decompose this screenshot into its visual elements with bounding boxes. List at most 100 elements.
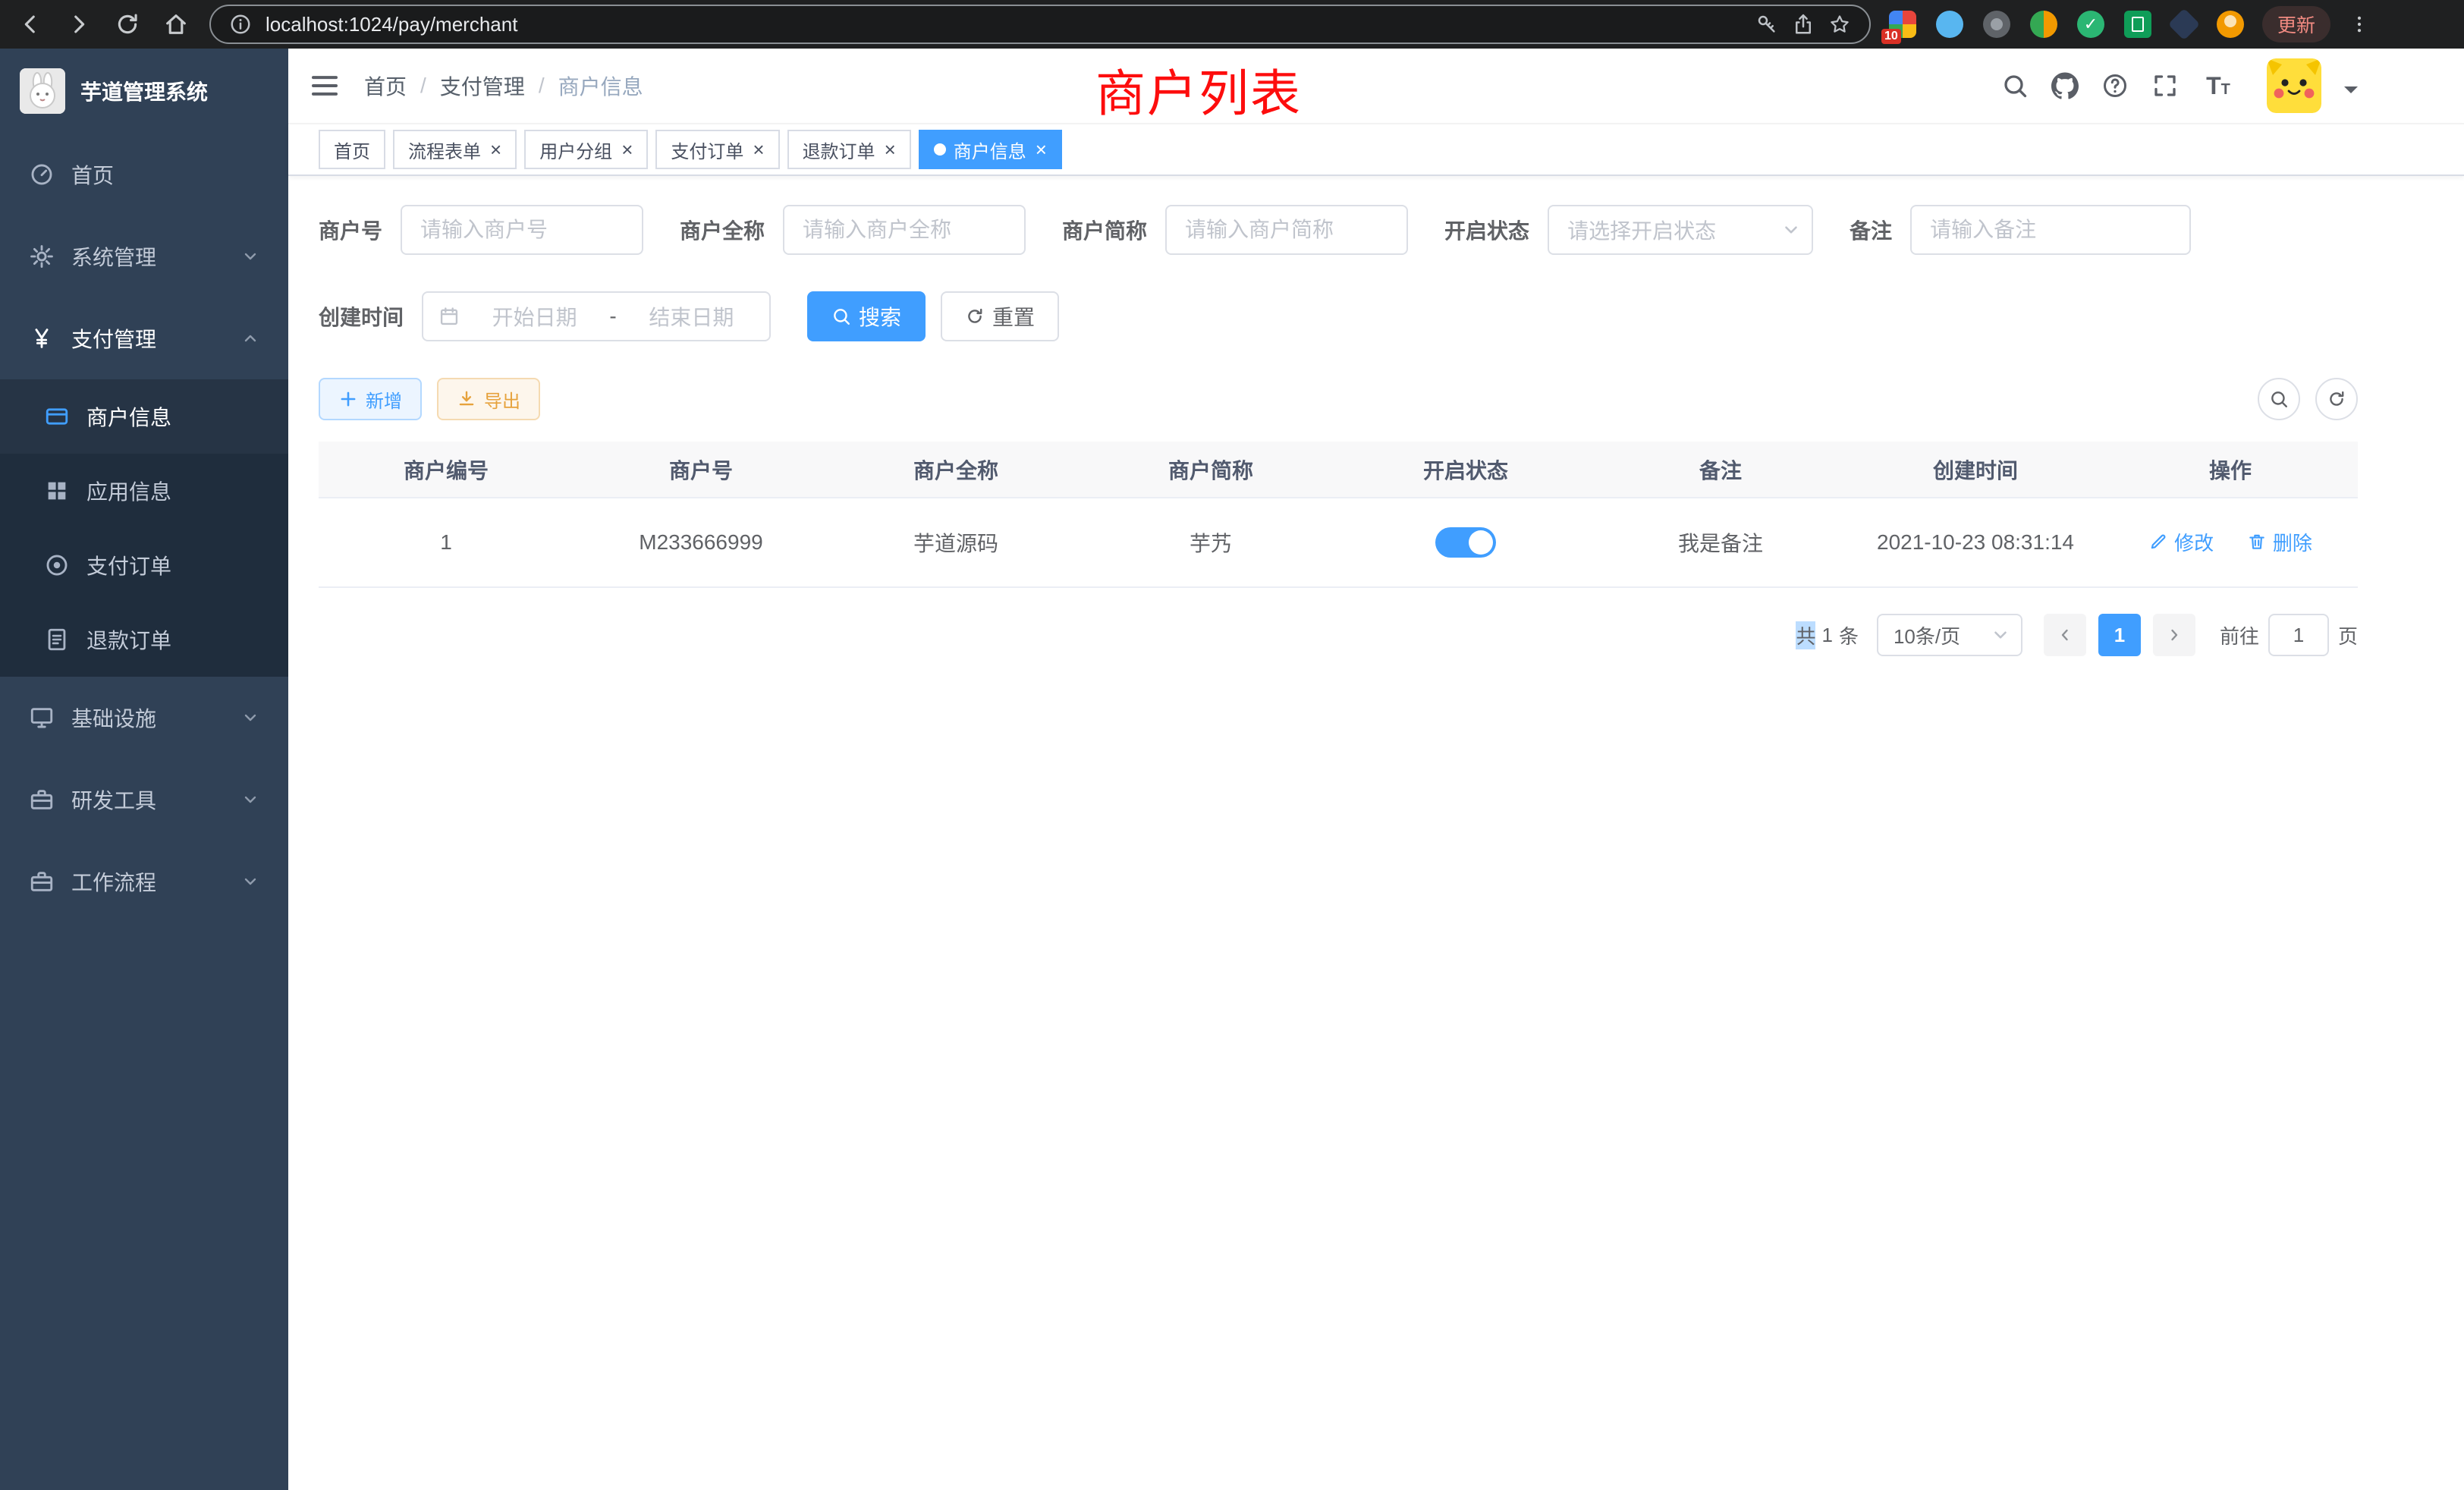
fullscreen-icon[interactable] xyxy=(2151,72,2179,99)
page-number-button[interactable]: 1 xyxy=(2098,614,2141,656)
filter-row-1: 商户号 商户全称 商户简称 开启状态 请选择开启状态 xyxy=(319,205,2358,255)
sidebar-item-app-info[interactable]: 应用信息 xyxy=(0,454,288,528)
font-size-icon[interactable] xyxy=(2202,74,2235,98)
extension-icon[interactable] xyxy=(2168,8,2200,40)
tag-refund-order[interactable]: 退款订单 xyxy=(787,130,911,169)
browser-menu-icon[interactable] xyxy=(2349,9,2370,39)
close-icon[interactable] xyxy=(621,140,633,159)
share-icon[interactable] xyxy=(1792,13,1815,36)
tag-label: 用户分组 xyxy=(539,137,612,163)
status-toggle[interactable] xyxy=(1435,527,1496,558)
tag-merchant-info[interactable]: 商户信息 xyxy=(919,130,1062,169)
download-icon xyxy=(457,389,476,409)
merchant-full-name-input[interactable] xyxy=(783,205,1026,255)
sidebar-item-label: 支付订单 xyxy=(86,550,171,580)
tag-label: 商户信息 xyxy=(954,137,1026,163)
sidebar-item-system[interactable]: 系统管理 xyxy=(0,215,288,297)
filter-remark: 备注 xyxy=(1850,205,2191,255)
cell-merchant-id: 1 xyxy=(319,498,574,587)
main-area: 首页 支付管理 商户信息 商户列表 xyxy=(288,49,2464,1490)
yen-icon xyxy=(29,325,55,351)
sidebar-item-refund-order[interactable]: 退款订单 xyxy=(0,602,288,677)
sidebar-item-home[interactable]: 首页 xyxy=(0,134,288,215)
site-info-icon[interactable] xyxy=(229,13,252,36)
edit-link[interactable]: 修改 xyxy=(2148,528,2214,556)
back-icon[interactable] xyxy=(15,9,46,39)
export-button[interactable]: 导出 xyxy=(437,378,540,420)
target-icon xyxy=(44,552,70,578)
browser-profile-icon[interactable] xyxy=(2217,11,2244,38)
extension-icon[interactable] xyxy=(2124,11,2151,38)
sidebar-item-infrastructure[interactable]: 基础设施 xyxy=(0,677,288,759)
create-time-range-picker[interactable]: 开始日期 - 结束日期 xyxy=(422,291,771,341)
merchant-short-name-input[interactable] xyxy=(1165,205,1408,255)
sidebar-item-dev-tools[interactable]: 研发工具 xyxy=(0,759,288,841)
tag-home[interactable]: 首页 xyxy=(319,130,385,169)
start-date-placeholder: 开始日期 xyxy=(472,301,597,332)
sidebar-item-label: 首页 xyxy=(71,159,114,190)
tag-process-form[interactable]: 流程表单 xyxy=(393,130,517,169)
breadcrumb-item[interactable]: 首页 xyxy=(364,71,407,101)
status-select[interactable]: 请选择开启状态 xyxy=(1548,205,1813,255)
field-label: 创建时间 xyxy=(319,301,404,332)
tag-user-group[interactable]: 用户分组 xyxy=(524,130,648,169)
password-key-icon[interactable] xyxy=(1755,13,1778,36)
extension-icon[interactable] xyxy=(2030,11,2057,38)
search-button[interactable]: 搜索 xyxy=(807,291,926,341)
cell-actions: 修改 删除 xyxy=(2103,498,2358,587)
hamburger-icon[interactable] xyxy=(310,71,340,101)
sidebar-item-label: 退款订单 xyxy=(86,624,171,655)
chevron-down-icon xyxy=(241,872,259,891)
field-label: 备注 xyxy=(1850,215,1892,245)
goto-page-input[interactable] xyxy=(2268,614,2329,656)
breadcrumb-item-current: 商户信息 xyxy=(558,71,643,101)
sidebar-item-workflow[interactable]: 工作流程 xyxy=(0,841,288,923)
close-icon[interactable] xyxy=(490,140,501,159)
extension-icon[interactable]: 10 xyxy=(1889,11,1916,38)
close-icon[interactable] xyxy=(1036,140,1047,159)
avatar-dropdown-caret-icon[interactable] xyxy=(2344,86,2358,100)
extension-icon[interactable] xyxy=(1936,11,1963,38)
chevron-up-icon xyxy=(241,329,259,347)
close-icon[interactable] xyxy=(885,140,896,159)
app-frame: 芋道管理系统 首页 系统管理 支付管理 商户信息 xyxy=(0,49,2464,1490)
tag-pay-order[interactable]: 支付订单 xyxy=(655,130,779,169)
extension-icon[interactable] xyxy=(1983,11,2010,38)
browser-update-button[interactable]: 更新 xyxy=(2262,6,2330,42)
refresh-table-button[interactable] xyxy=(2315,378,2358,420)
bookmark-star-icon[interactable] xyxy=(1828,13,1851,36)
toolbar-right xyxy=(2258,378,2358,420)
extension-icon[interactable] xyxy=(2077,11,2104,38)
reload-icon[interactable] xyxy=(112,9,143,39)
sidebar-item-payment[interactable]: 支付管理 xyxy=(0,297,288,379)
grid-icon xyxy=(44,478,70,504)
add-button[interactable]: 新增 xyxy=(319,378,422,420)
column-header: 操作 xyxy=(2103,442,2358,498)
page-size-select[interactable]: 10条/页 xyxy=(1877,614,2022,656)
delete-link[interactable]: 删除 xyxy=(2247,528,2312,556)
breadcrumb-item[interactable]: 支付管理 xyxy=(440,71,525,101)
remark-input[interactable] xyxy=(1910,205,2191,255)
question-icon[interactable] xyxy=(2101,72,2129,99)
toggle-search-button[interactable] xyxy=(2258,378,2300,420)
sidebar-item-label: 基础设施 xyxy=(71,703,156,733)
sidebar-item-merchant-info[interactable]: 商户信息 xyxy=(0,379,288,454)
home-icon[interactable] xyxy=(161,9,191,39)
column-header: 开启状态 xyxy=(1338,442,1593,498)
github-icon[interactable] xyxy=(2051,72,2079,99)
merchant-no-input[interactable] xyxy=(401,205,643,255)
sidebar-item-pay-order[interactable]: 支付订单 xyxy=(0,528,288,602)
sidebar-logo[interactable]: 芋道管理系统 xyxy=(0,49,288,134)
user-avatar[interactable] xyxy=(2267,58,2321,113)
forward-icon[interactable] xyxy=(64,9,94,39)
total-prefix: 共 xyxy=(1796,621,1815,649)
address-bar[interactable]: localhost:1024/pay/merchant xyxy=(209,5,1871,44)
filter-merchant-no: 商户号 xyxy=(319,205,643,255)
pagination: 共 1 条 10条/页 1 前往 页 xyxy=(319,614,2358,656)
column-header: 备注 xyxy=(1593,442,1848,498)
reset-button[interactable]: 重置 xyxy=(941,291,1059,341)
next-page-button[interactable] xyxy=(2153,614,2195,656)
search-icon[interactable] xyxy=(2001,72,2029,99)
close-icon[interactable] xyxy=(753,140,764,159)
prev-page-button[interactable] xyxy=(2044,614,2086,656)
